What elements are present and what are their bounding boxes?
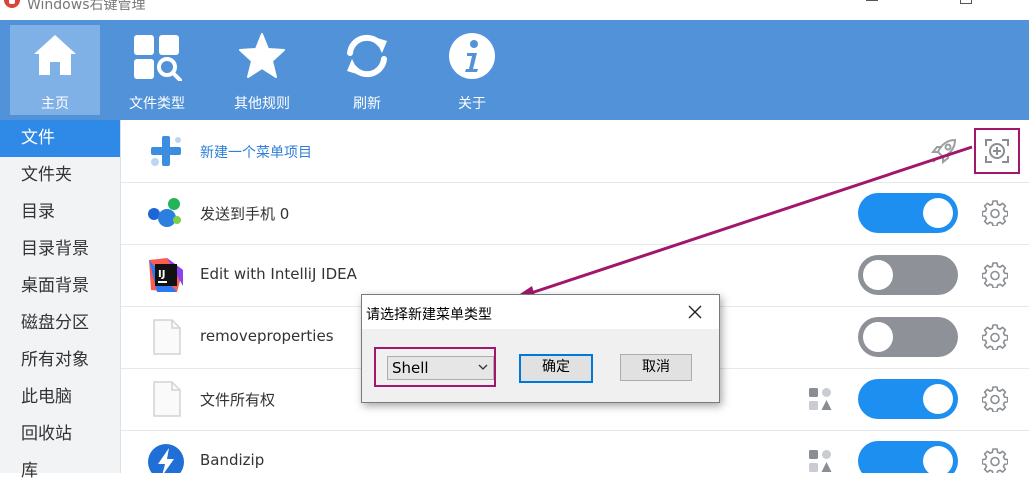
sidebar-item-folder[interactable]: 文件夹 xyxy=(0,157,120,194)
sidebar-item-file[interactable]: 文件 xyxy=(0,120,120,157)
sidebar-item-library[interactable]: 库 xyxy=(0,453,120,490)
sidebar: 文件 文件夹 目录 目录背景 桌面背景 磁盘分区 所有对象 此电脑 回收站 库 xyxy=(0,120,121,481)
file-types-search-icon xyxy=(134,35,182,81)
list-item-label: 文件所有权 xyxy=(200,391,276,409)
toolbar: 主页 文件类型 其他规则 刷新 关于 xyxy=(0,20,1029,120)
title-bar: Windows右键管理 xyxy=(0,0,1029,20)
dialog-title: 请选择新建菜单类型 xyxy=(366,307,492,323)
rocket-icon[interactable] xyxy=(929,136,959,166)
sidebar-item-directory-background[interactable]: 目录背景 xyxy=(0,231,120,268)
chevron-down-icon xyxy=(478,364,488,370)
plus-icon xyxy=(151,136,181,166)
toolbar-refresh-label: 刷新 xyxy=(353,96,381,112)
close-icon[interactable] xyxy=(680,301,710,323)
sidebar-item-recycle-bin[interactable]: 回收站 xyxy=(0,416,120,453)
window-title: Windows右键管理 xyxy=(27,0,146,13)
menu-type-select[interactable]: Shell xyxy=(387,356,494,380)
toggle-knob xyxy=(923,198,953,228)
toolbar-home-button[interactable]: 主页 xyxy=(10,25,100,115)
sidebar-item-desktop-background[interactable]: 桌面背景 xyxy=(0,268,120,305)
shapes-icon[interactable] xyxy=(807,448,833,473)
toolbar-about-label: 关于 xyxy=(458,96,486,112)
toolbar-home-label: 主页 xyxy=(41,96,69,112)
toolbar-other-rules-button[interactable]: 其他规则 xyxy=(217,25,307,115)
star-icon xyxy=(239,33,285,78)
enable-toggle[interactable] xyxy=(858,379,958,419)
add-icon xyxy=(985,139,1009,163)
refresh-icon xyxy=(347,34,387,78)
maximize-icon[interactable] xyxy=(960,0,972,4)
toolbar-file-types-label: 文件类型 xyxy=(129,96,185,112)
bandizip-icon xyxy=(148,444,184,473)
list-item: 发送到手机 0 xyxy=(121,182,1029,245)
blank-file-icon xyxy=(153,319,181,355)
new-menu-item-row[interactable]: 新建一个菜单项目 xyxy=(121,120,1029,183)
gear-icon[interactable] xyxy=(982,386,1008,412)
toggle-knob xyxy=(863,322,893,352)
list-item-label: removeproperties xyxy=(200,327,334,345)
list-item-label: Bandizip xyxy=(200,451,265,469)
gear-icon[interactable] xyxy=(982,200,1008,226)
ok-button[interactable]: 确定 xyxy=(519,354,593,383)
home-icon xyxy=(34,35,76,75)
svg-text:IJ: IJ xyxy=(158,269,165,280)
intellij-idea-icon: IJ xyxy=(149,258,183,292)
toolbar-refresh-button[interactable]: 刷新 xyxy=(322,25,412,115)
cancel-button[interactable]: 取消 xyxy=(620,354,692,381)
enable-toggle[interactable] xyxy=(858,441,958,473)
list-item-label: Edit with IntelliJ IDEA xyxy=(200,265,357,283)
info-icon xyxy=(449,33,495,79)
toggle-knob xyxy=(863,260,893,290)
app-logo-icon xyxy=(4,0,20,8)
toolbar-other-rules-label: 其他规则 xyxy=(234,96,290,112)
send-to-phone-icon xyxy=(148,198,181,227)
enable-toggle[interactable] xyxy=(858,255,958,295)
menu-type-select-value: Shell xyxy=(392,359,429,377)
new-menu-type-dialog: 请选择新建菜单类型 Shell 确定 取消 xyxy=(361,294,720,403)
shapes-icon[interactable] xyxy=(807,386,833,412)
enable-toggle[interactable] xyxy=(858,317,958,357)
toolbar-file-types-button[interactable]: 文件类型 xyxy=(112,25,202,115)
sidebar-item-directory[interactable]: 目录 xyxy=(0,194,120,231)
gear-icon[interactable] xyxy=(982,324,1008,350)
add-menu-item-button[interactable] xyxy=(974,128,1020,174)
sidebar-item-drive[interactable]: 磁盘分区 xyxy=(0,305,120,342)
toolbar-about-button[interactable]: 关于 xyxy=(427,25,517,115)
dialog-title-bar: 请选择新建菜单类型 xyxy=(362,295,719,329)
gear-icon[interactable] xyxy=(982,262,1008,288)
enable-toggle[interactable] xyxy=(858,193,958,233)
toggle-knob xyxy=(923,446,953,473)
minimize-icon[interactable] xyxy=(866,0,878,1)
blank-file-icon xyxy=(153,381,181,417)
sidebar-item-this-pc[interactable]: 此电脑 xyxy=(0,379,120,416)
list-item: Bandizip xyxy=(121,430,1029,473)
new-menu-item-label[interactable]: 新建一个菜单项目 xyxy=(200,142,312,162)
gear-icon[interactable] xyxy=(982,448,1008,473)
sidebar-item-all-objects[interactable]: 所有对象 xyxy=(0,342,120,379)
list-item-label: 发送到手机 0 xyxy=(200,205,290,223)
toggle-knob xyxy=(923,384,953,414)
